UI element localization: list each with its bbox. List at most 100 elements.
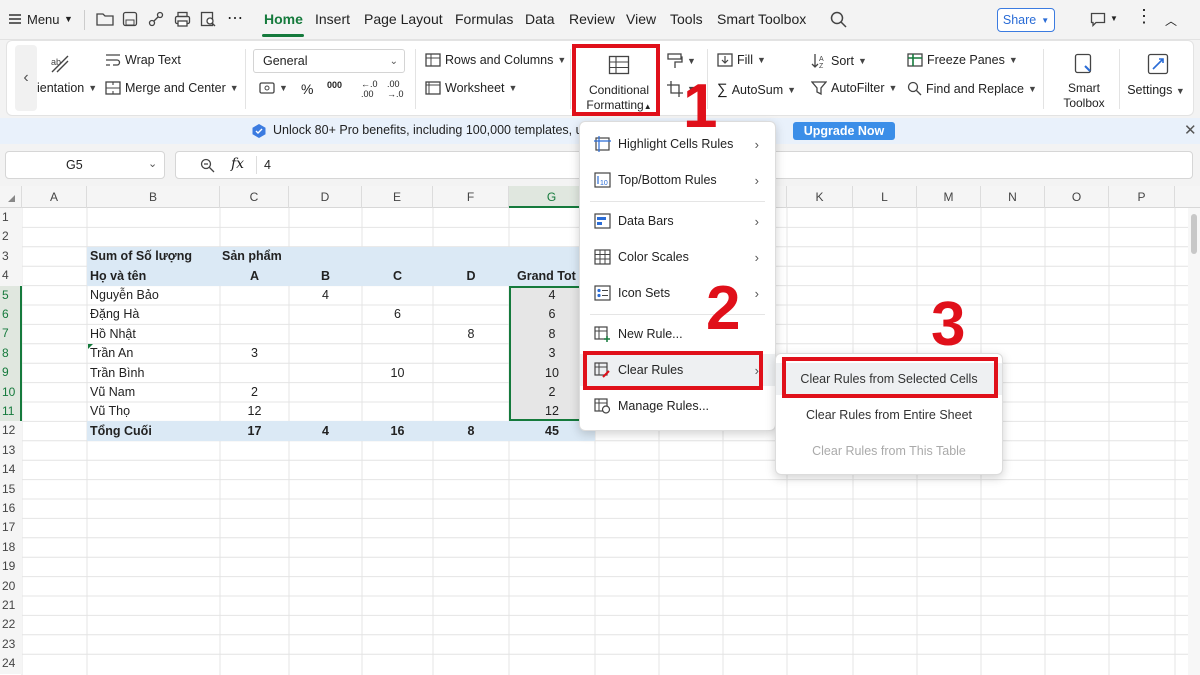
pivot-cell[interactable]: 8 [433,325,509,344]
tab-insert[interactable]: Insert [315,11,350,27]
row-header[interactable]: 8 [0,343,22,364]
chevron-down-icon[interactable]: ▼ [64,14,73,24]
zoom-formula-icon[interactable] [200,158,215,173]
ribbon-scroll-left-button[interactable]: ‹ [15,45,37,111]
tab-tools[interactable]: Tools [670,11,703,27]
upgrade-now-button[interactable]: Upgrade Now [793,122,895,140]
folder-icon[interactable] [96,11,114,27]
pivot-total-c[interactable]: 16 [362,422,433,441]
orientation-button[interactable]: ientation ▼ [37,81,97,95]
row-header[interactable]: 6 [0,305,22,325]
decrease-decimal-button[interactable]: .00 →.0 [387,79,404,99]
percent-style-button[interactable]: % [301,81,313,97]
pivot-cell[interactable]: 3 [220,344,289,363]
vertical-scrollbar[interactable] [1188,208,1200,675]
row-header[interactable]: 3 [0,246,22,267]
pivot-cell[interactable]: 4 [289,286,362,305]
print-preview-icon[interactable] [200,11,217,27]
row-header[interactable]: 18 [0,537,22,558]
pivot-col-total[interactable]: Grand Tot [517,267,576,286]
smart-toolbox-button[interactable]: Smart Toolbox [1049,47,1119,111]
row-header[interactable]: 16 [0,499,22,519]
col-header-m[interactable]: M [917,186,981,208]
name-box[interactable]: G5 ⌄ [5,151,165,179]
row-header[interactable]: 15 [0,479,22,499]
menu-item-highlight-cells-rules[interactable]: Highlight Cells Rules › [580,128,775,160]
pivot-col-d[interactable]: D [433,267,509,286]
accounting-format-button[interactable]: ▼ [259,81,288,95]
tab-formulas[interactable]: Formulas [455,11,513,27]
pivot-row-name[interactable]: Trần An [90,344,133,363]
col-header-d[interactable]: D [289,186,362,208]
col-header-n[interactable]: N [981,186,1045,208]
pivot-product-label[interactable]: Sản phẩm [222,247,282,266]
row-header[interactable]: 12 [0,421,22,441]
col-header-e[interactable]: E [362,186,433,208]
row-header[interactable]: 23 [0,634,22,655]
pivot-row-name[interactable]: Đặng Hà [90,305,139,324]
tab-smart-toolbox[interactable]: Smart Toolbox [717,11,806,27]
pivot-cell[interactable]: 12 [220,402,289,421]
find-replace-button[interactable]: Find and Replace ▼ [907,81,1037,96]
row-header[interactable]: 17 [0,518,22,538]
col-header-a[interactable]: A [22,186,87,208]
number-format-select[interactable]: General ⌄ [253,49,405,73]
menu-item-clear-rules[interactable]: Clear Rules › [580,354,775,386]
chevron-down-icon[interactable]: ▼ [1110,14,1118,23]
col-header-o[interactable]: O [1045,186,1109,208]
close-icon[interactable]: ✕ [1184,121,1197,139]
pivot-row-name[interactable]: Vũ Thọ [90,402,130,421]
tab-page-layout[interactable]: Page Layout [364,11,443,27]
share-link-icon[interactable] [148,11,164,27]
row-header[interactable]: 14 [0,460,22,480]
settings-button[interactable]: Settings ▼ [1123,47,1189,111]
pivot-cell[interactable]: 10 [362,364,433,383]
sort-button[interactable]: A Z Sort ▼ [811,53,867,69]
menu-button[interactable]: Menu [27,12,60,27]
pivot-col-b[interactable]: B [289,267,362,286]
autofilter-button[interactable]: AutoFilter ▼ [811,81,897,95]
row-header[interactable]: 1 [0,208,22,228]
pivot-sum-label[interactable]: Sum of Số lượng [90,247,192,266]
pivot-col-c[interactable]: C [362,267,433,286]
pivot-total-label[interactable]: Tổng Cuối [90,422,152,441]
row-header[interactable]: 20 [0,576,22,596]
collapse-ribbon-icon[interactable]: ︿ [1165,12,1177,29]
clear-rules-selected-cells[interactable]: Clear Rules from Selected Cells [776,363,1002,395]
comma-style-button[interactable]: 000 [327,80,342,90]
col-header-l[interactable]: L [853,186,917,208]
autosum-button[interactable]: ∑ AutoSum ▼ [717,81,796,98]
row-header[interactable]: 5 [0,285,22,305]
scrollbar-thumb[interactable] [1191,214,1197,254]
comment-icon[interactable] [1090,12,1106,27]
row-header[interactable]: 22 [0,615,22,635]
increase-decimal-button[interactable]: ←.0.00 [361,79,378,99]
hamburger-icon[interactable] [8,12,22,26]
menu-item-top-bottom-rules[interactable]: 10 Top/Bottom Rules › [580,164,775,196]
pivot-total-d[interactable]: 8 [433,422,509,441]
format-painter-button[interactable]: ▼ [667,53,696,69]
menu-item-data-bars[interactable]: Data Bars › [580,205,775,237]
save-icon[interactable] [122,11,138,27]
row-header[interactable]: 4 [0,266,22,286]
tab-data[interactable]: Data [525,11,555,27]
merge-center-button[interactable]: Merge and Center ▼ [105,81,239,95]
freeze-panes-button[interactable]: Freeze Panes ▼ [907,53,1018,67]
more-options-icon[interactable]: ⋮ [1135,6,1153,27]
row-header[interactable]: 10 [0,382,22,402]
row-header[interactable]: 21 [0,596,22,616]
pivot-total-a[interactable]: 17 [220,422,289,441]
clear-rules-entire-sheet[interactable]: Clear Rules from Entire Sheet [776,399,1002,431]
menu-item-manage-rules[interactable]: Manage Rules... [580,390,775,422]
pivot-cell[interactable]: 6 [362,305,433,324]
conditional-formatting-button[interactable]: Conditional Formatting▲ [577,45,661,113]
col-header-p[interactable]: P [1109,186,1175,208]
col-header-f[interactable]: F [433,186,509,208]
row-header[interactable]: 11 [0,402,22,422]
more-icon[interactable]: ⋯ [227,8,243,28]
share-button[interactable]: Share ▼ [997,8,1055,32]
print-icon[interactable] [174,11,191,27]
row-header[interactable]: 24 [0,654,22,674]
tab-home[interactable]: Home [264,11,303,27]
rows-columns-button[interactable]: Rows and Columns ▼ [425,53,566,67]
